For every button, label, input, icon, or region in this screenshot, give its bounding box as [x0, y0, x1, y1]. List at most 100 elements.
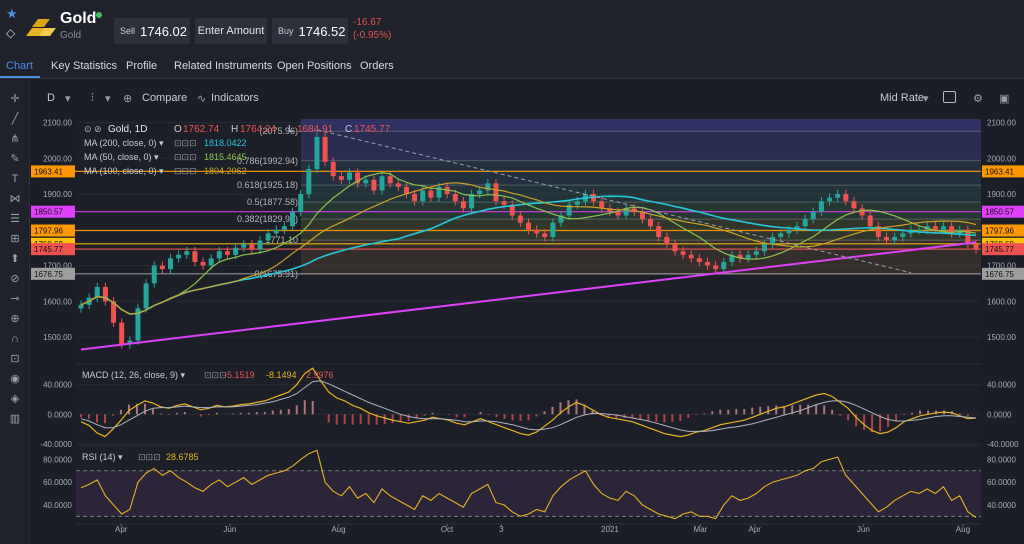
x-axis-label: Apr: [115, 525, 128, 534]
ruler-icon[interactable]: ⊘: [7, 272, 23, 286]
rsi-axis-label-left: 40.0000: [43, 501, 72, 510]
trend-line-icon[interactable]: ╱: [7, 112, 23, 126]
candle-body: [273, 229, 279, 234]
tab-open-positions[interactable]: Open Positions: [277, 60, 352, 72]
candle-body: [973, 244, 979, 250]
candle-body: [460, 201, 466, 209]
tab-profile[interactable]: Profile: [126, 60, 157, 72]
tag-icon[interactable]: ◇: [6, 26, 18, 40]
tab-related-instruments[interactable]: Related Instruments: [174, 60, 272, 72]
candle-body: [599, 201, 605, 209]
buy-button[interactable]: Buy 1746.52: [272, 18, 348, 44]
candle-body: [574, 201, 580, 205]
legend-ma-name: MA (50, close, 0) ▾: [84, 152, 159, 162]
candle-body: [753, 251, 759, 255]
lock-icon[interactable]: ⊡: [7, 352, 23, 366]
magnet-icon[interactable]: ∩: [7, 332, 23, 346]
candle-body: [379, 176, 385, 191]
rsi-axis-label-right: 40.0000: [987, 501, 1016, 510]
macd-axis-label-right: 40.0000: [987, 381, 1016, 390]
fullscreen-icon[interactable]: [943, 91, 956, 103]
trash-icon[interactable]: ▥: [7, 412, 23, 426]
crosshair-icon[interactable]: ✛: [7, 92, 23, 106]
candle-body: [257, 240, 263, 250]
candle-body: [298, 194, 304, 212]
price-axis-label-right: 1900.00: [987, 190, 1016, 199]
rsi-band: [76, 470, 981, 517]
brush-icon[interactable]: ✎: [7, 152, 23, 166]
legend-ohlc-key: H: [231, 124, 238, 135]
gold-bars-icon: [26, 19, 56, 36]
enter-amount-input[interactable]: Enter Amount: [195, 18, 267, 44]
legend-ohlc-value: 1762.74: [183, 124, 220, 135]
compare-icon[interactable]: ⊕: [123, 92, 132, 105]
fibonacci-icon[interactable]: ☰: [7, 212, 23, 226]
layers-icon[interactable]: ◈: [7, 392, 23, 406]
fib-zone: [301, 131, 981, 161]
arrow-up-icon[interactable]: ⬆: [7, 252, 23, 266]
legend-ma-icons: ⊡⊡⊡: [174, 152, 197, 162]
price-mode-select[interactable]: Mid Rate: [880, 92, 924, 104]
sell-button[interactable]: Sell 1746.02: [114, 18, 190, 44]
indicators-icon[interactable]: ∿: [197, 92, 206, 105]
fib-level-label: 0.618(1925.18): [237, 180, 298, 190]
price-tag-left-text: 1676.75: [34, 270, 63, 279]
rsi-readout: 28.6785: [166, 452, 199, 462]
pattern-icon[interactable]: ⋈: [7, 192, 23, 206]
interval-select[interactable]: D: [47, 92, 55, 104]
legend-ma-name: MA (200, close, 0) ▾: [84, 138, 164, 148]
candle-body: [371, 179, 377, 191]
candle-body: [452, 194, 458, 202]
candle-body: [688, 254, 694, 259]
camera-icon[interactable]: ▣: [999, 92, 1009, 105]
chevron-down-icon[interactable]: ▾: [105, 92, 111, 105]
candle-body: [851, 201, 857, 209]
candle-body: [802, 219, 808, 227]
shapes-icon[interactable]: ⊞: [7, 232, 23, 246]
chart-type-icon[interactable]: ⫶: [91, 92, 94, 105]
text-tool-icon[interactable]: T: [7, 172, 23, 186]
candle-body: [322, 136, 328, 162]
legend-ma-icons: ⊡⊡⊡: [174, 166, 197, 176]
candle-body: [119, 322, 125, 345]
gear-icon[interactable]: ⚙: [973, 92, 983, 105]
price-axis-label-right: 2100.00: [987, 119, 1016, 128]
indicators-button[interactable]: Indicators: [211, 92, 259, 104]
rsi-axis-label-left: 60.0000: [43, 478, 72, 487]
candle-body: [680, 251, 686, 255]
candle-body: [216, 251, 222, 259]
tab-key-statistics[interactable]: Key Statistics: [51, 60, 117, 72]
chart-canvas[interactable]: 2100.00 2100.00 2000.00 2000.00 1900.00 1900.…: [31, 114, 1024, 544]
zoom-in-icon[interactable]: ⊕: [7, 312, 23, 326]
instrument-header: ★ ◇ Gold Gold Sell 1746.02 Enter Amount …: [0, 0, 1024, 56]
candle-body: [615, 211, 621, 216]
chevron-down-icon[interactable]: ▾: [923, 92, 929, 105]
star-icon[interactable]: ★: [6, 7, 18, 20]
legend-ohlc-value: 1684.91: [297, 124, 334, 135]
price-axis-label-right: 1600.00: [987, 297, 1016, 306]
candle-body: [477, 190, 483, 195]
candle-body: [428, 190, 434, 198]
candle-body: [859, 208, 865, 216]
rsi-title: RSI (14) ▾: [82, 452, 123, 462]
candle-body: [818, 201, 824, 212]
candle-body: [778, 233, 784, 237]
market-open-indicator: [96, 12, 102, 18]
tab-orders[interactable]: Orders: [360, 60, 394, 72]
tab-chart[interactable]: Chart: [6, 60, 33, 72]
candle-body: [501, 201, 507, 205]
legend-ohlc-value: 1745.77: [354, 124, 391, 135]
candle-body: [192, 251, 198, 262]
eye-icon[interactable]: ◉: [7, 372, 23, 386]
measure-icon[interactable]: ⊸: [7, 292, 23, 306]
candle-body: [224, 251, 230, 255]
price-axis-label-right: 2000.00: [987, 154, 1016, 163]
compare-button[interactable]: Compare: [142, 92, 187, 104]
candle-body: [485, 183, 491, 191]
price-tag-right-text: 1850.57: [985, 208, 1014, 217]
pitchfork-icon[interactable]: ⋔: [7, 132, 23, 146]
sell-label: Sell: [120, 26, 136, 36]
candle-body: [143, 283, 149, 309]
price-tag-right-text: 1745.77: [985, 245, 1014, 254]
chevron-down-icon[interactable]: ▾: [65, 92, 71, 105]
